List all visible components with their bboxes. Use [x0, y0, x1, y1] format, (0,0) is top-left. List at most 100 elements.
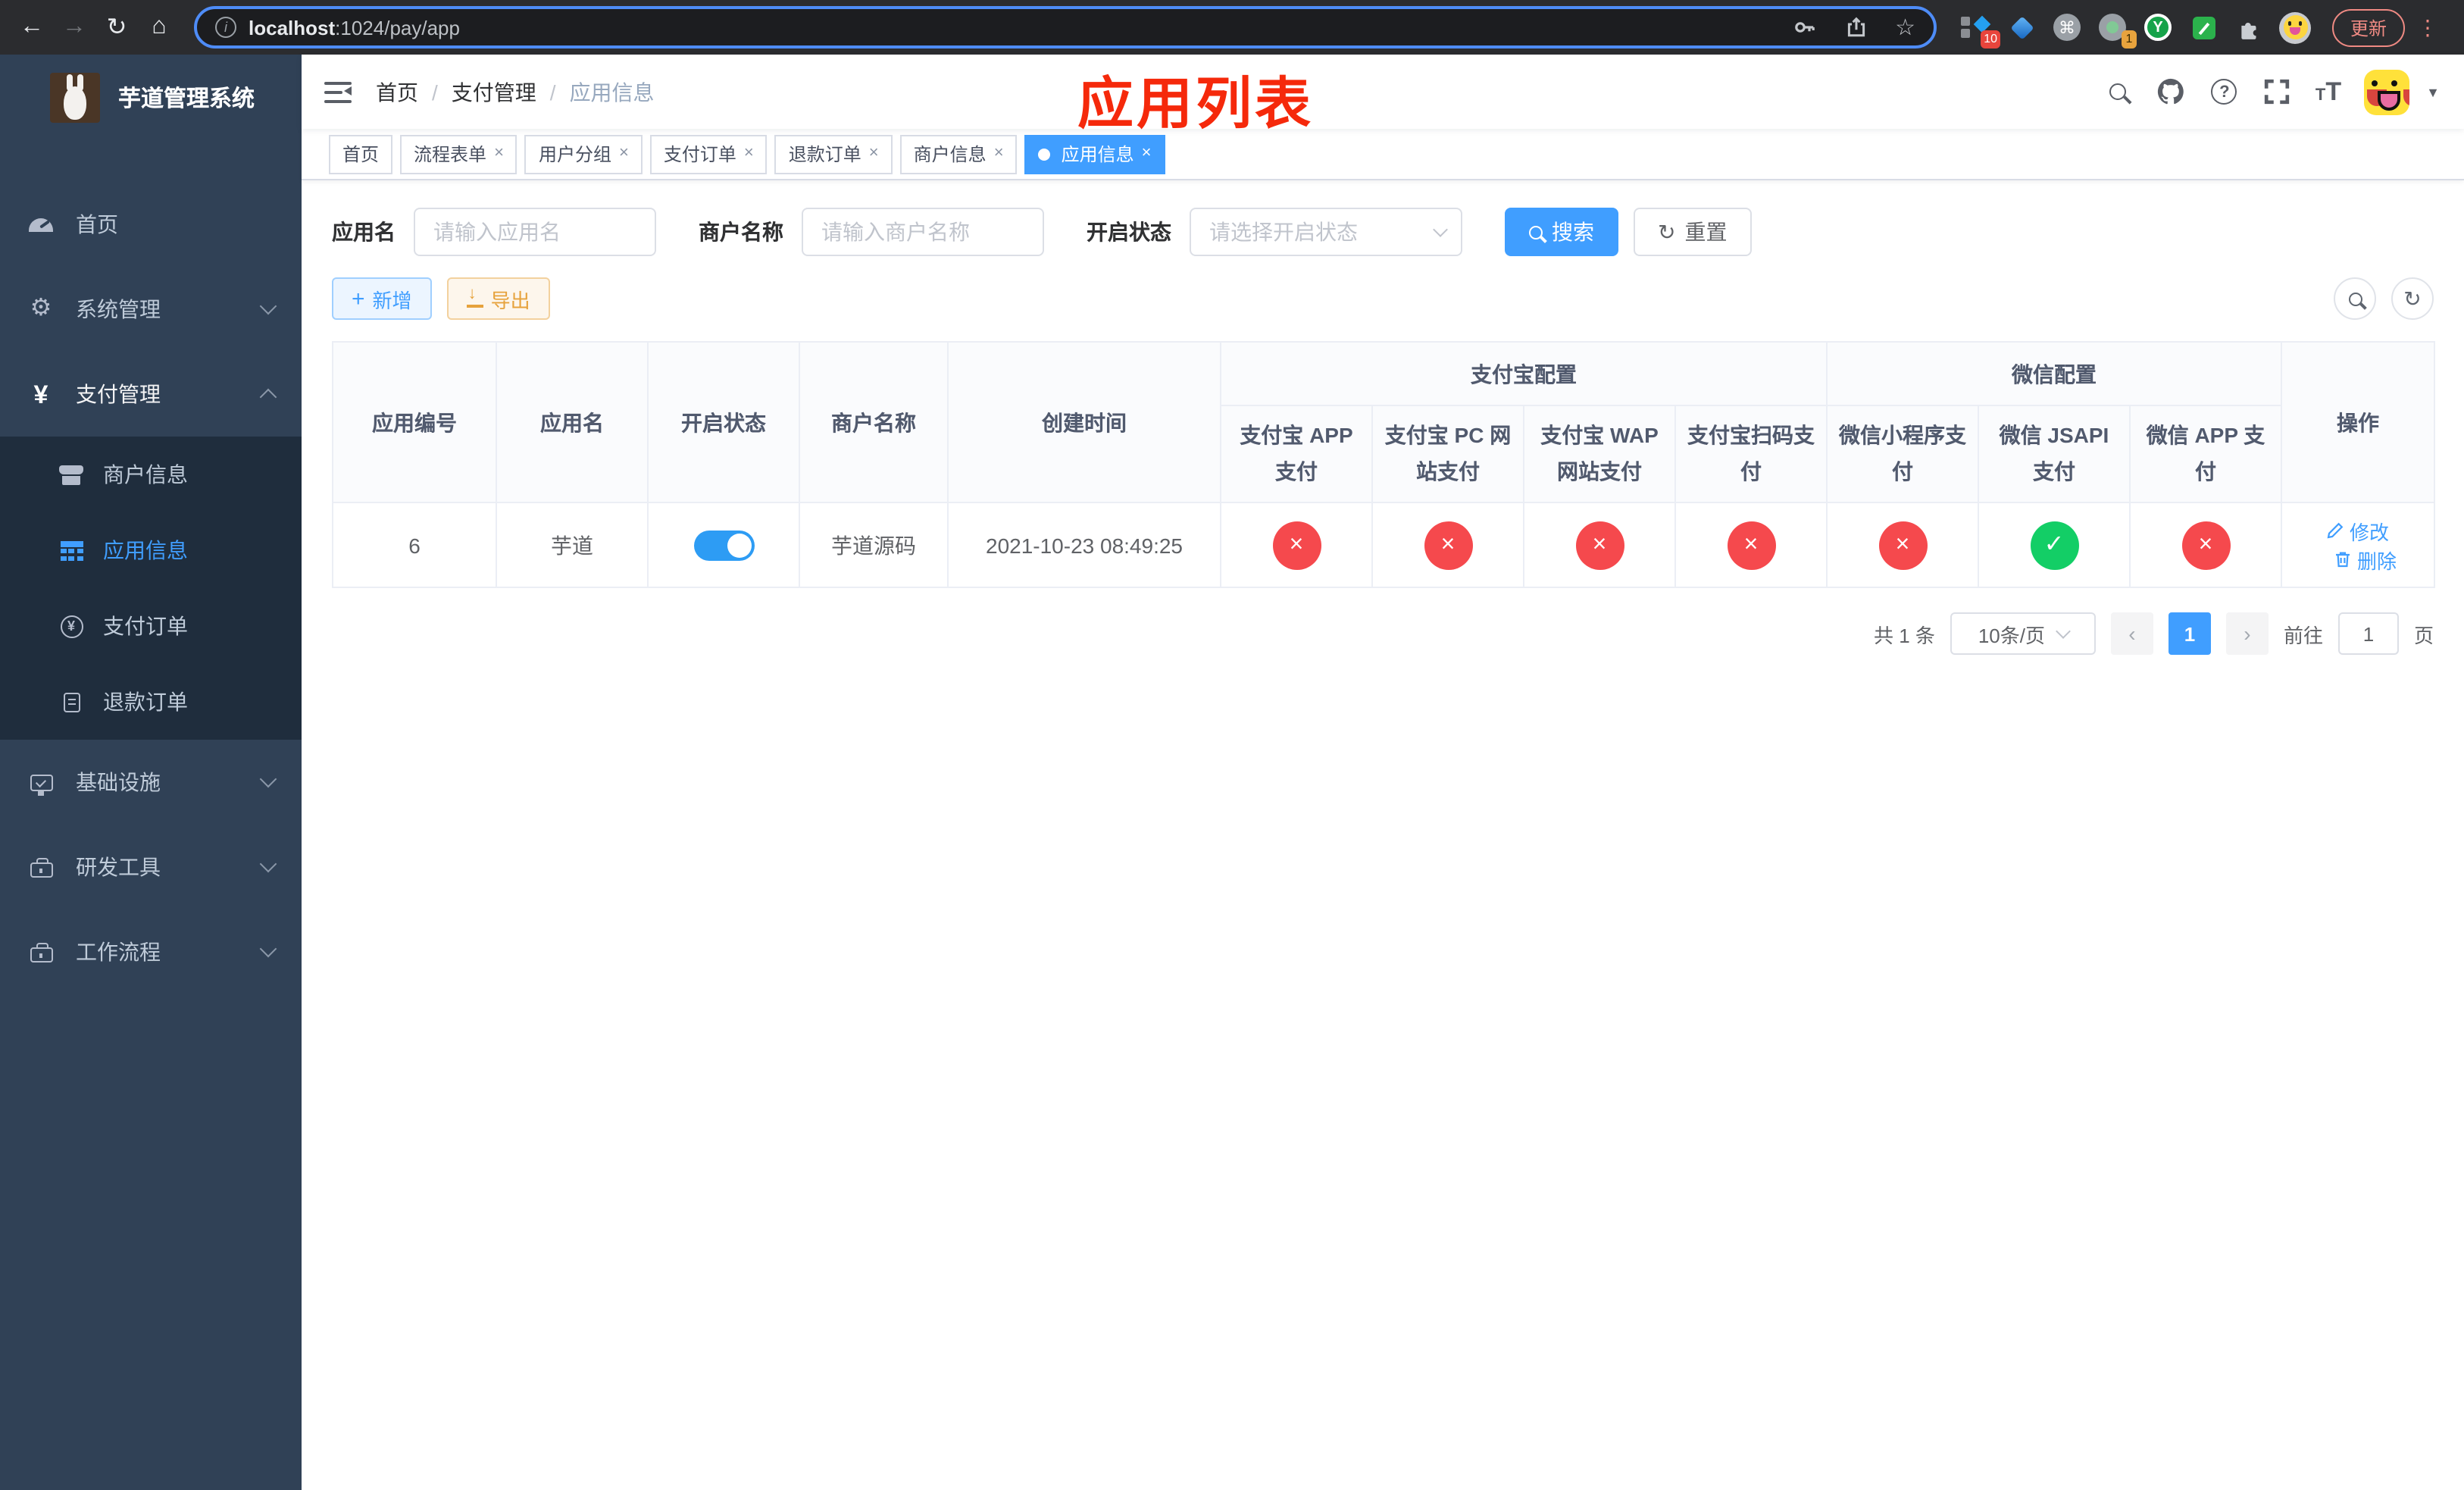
close-icon[interactable]: × — [869, 145, 879, 162]
breadcrumb-separator: / — [432, 80, 438, 104]
status-x-icon: × — [2181, 521, 2230, 569]
browser-reload-icon[interactable]: ↻ — [97, 8, 136, 47]
sidebar-item-label: 支付订单 — [103, 614, 188, 638]
pagination-total: 共 1 条 — [1874, 624, 1935, 646]
tab-label: 退款订单 — [788, 144, 861, 165]
help-icon[interactable]: ? — [2209, 77, 2240, 107]
close-icon[interactable]: × — [494, 145, 504, 162]
next-page-button[interactable]: › — [2225, 612, 2269, 655]
sidebar-item-pay-order[interactable]: ¥ 支付订单 — [0, 588, 302, 664]
extension-tiles-icon[interactable]: 10 — [1961, 12, 2000, 49]
share-icon[interactable] — [1843, 15, 1868, 39]
password-key-icon[interactable] — [1792, 15, 1816, 39]
page-size-select[interactable]: 10条/页 — [1950, 612, 2096, 655]
sidebar-collapse-icon[interactable] — [324, 81, 352, 103]
col-wechat-jsapi: 微信 JSAPI 支付 — [1978, 405, 2131, 503]
grid-icon — [58, 540, 85, 560]
status-x-icon: × — [1878, 521, 1927, 569]
edit-link[interactable]: 修改 — [2327, 516, 2389, 545]
briefcase-icon — [27, 941, 55, 963]
url-text[interactable]: localhost:1024/pay/app — [249, 16, 460, 39]
address-bar[interactable]: i localhost:1024/pay/app ☆ — [194, 6, 1937, 49]
export-button[interactable]: 导出 — [446, 277, 550, 320]
pencil-icon — [2328, 522, 2344, 539]
cell-app-name: 芋道 — [496, 502, 649, 588]
extension-y-logo-icon[interactable]: Y — [2143, 12, 2173, 42]
sidebar-item-merchant-info[interactable]: 商户信息 — [0, 437, 302, 512]
tab-pay-order[interactable]: 支付订单 × — [649, 134, 768, 174]
extensions-puzzle-icon[interactable] — [2234, 12, 2264, 42]
delete-link[interactable]: 删除 — [2334, 545, 2397, 574]
tab-refund-order[interactable]: 退款订单 × — [774, 134, 893, 174]
toggle-search-button[interactable] — [2334, 277, 2376, 320]
search-button-label: 搜索 — [1552, 220, 1594, 244]
chevron-up-icon — [259, 388, 277, 406]
sidebar-item-home[interactable]: 首页 — [0, 182, 302, 267]
refresh-icon: ↻ — [2403, 286, 2422, 311]
browser-profile-avatar[interactable] — [2279, 11, 2311, 43]
top-navbar: 首页 / 支付管理 / 应用信息 ? TT ▼ — [302, 55, 2464, 129]
browser-update-button[interactable]: 更新 — [2332, 8, 2406, 46]
search-icon — [2348, 292, 2362, 305]
reset-button-label: 重置 — [1684, 220, 1728, 244]
sidebar-item-payment[interactable]: ¥ 支付管理 — [0, 352, 302, 437]
tab-app-info[interactable]: 应用信息 × — [1024, 134, 1165, 174]
sidebar-item-label: 系统管理 — [76, 297, 161, 321]
sidebar-item-refund-order[interactable]: 退款订单 — [0, 664, 302, 740]
breadcrumb-payment[interactable]: 支付管理 — [452, 77, 536, 107]
close-icon[interactable]: × — [994, 145, 1004, 162]
merchant-name-input[interactable] — [802, 208, 1044, 256]
browser-home-icon[interactable]: ⌂ — [139, 8, 179, 47]
sidebar-item-system[interactable]: ⚙ 系统管理 — [0, 267, 302, 352]
close-icon[interactable]: × — [744, 145, 754, 162]
tab-process-form[interactable]: 流程表单 × — [400, 134, 518, 174]
status-x-icon: × — [1727, 521, 1775, 569]
extension-kite-icon[interactable] — [2006, 12, 2037, 42]
header-search-icon[interactable] — [2103, 77, 2134, 107]
col-merchant: 商户名称 — [799, 341, 949, 503]
user-avatar[interactable] — [2364, 69, 2410, 114]
status-toggle[interactable] — [693, 530, 754, 560]
status-select[interactable]: 请选择开启状态 — [1190, 208, 1462, 256]
fullscreen-icon[interactable] — [2262, 77, 2293, 107]
goto-page-input[interactable] — [2337, 612, 2399, 655]
close-icon[interactable]: × — [1142, 145, 1152, 162]
add-button[interactable]: + 新增 — [332, 277, 432, 320]
monitor-icon — [27, 774, 55, 795]
close-icon[interactable]: × — [619, 145, 629, 162]
tab-user-group[interactable]: 用户分组 × — [524, 134, 643, 174]
screen: ← → ↻ ⌂ i localhost:1024/pay/app ☆ 10 ⌘ … — [0, 0, 2464, 1490]
font-size-icon[interactable]: TT — [2315, 77, 2341, 107]
refresh-table-button[interactable]: ↻ — [2391, 277, 2434, 320]
brand-row[interactable]: 芋道管理系统 — [0, 55, 302, 139]
prev-page-button[interactable]: ‹ — [2110, 612, 2153, 655]
col-alipay-app: 支付宝 APP 支付 — [1220, 405, 1373, 503]
page-content: 应用名 商户名称 开启状态 请选择开启状态 — [302, 180, 2464, 1490]
extension-command-icon[interactable]: ⌘ — [2052, 12, 2082, 42]
goto-label: 前往 — [2283, 624, 2323, 646]
extension-green-square-icon[interactable] — [2188, 12, 2219, 42]
extension-recorder-icon[interactable]: 1 — [2097, 12, 2137, 49]
sidebar-item-infrastructure[interactable]: 基础设施 — [0, 740, 302, 825]
status-check-icon: ✓ — [2030, 521, 2078, 569]
app-name-input[interactable] — [414, 208, 656, 256]
page-number-active[interactable]: 1 — [2168, 612, 2211, 655]
bookmark-star-icon[interactable]: ☆ — [1895, 14, 1915, 41]
browser-forward-icon[interactable]: → — [55, 8, 94, 47]
reset-button[interactable]: ↻ 重置 — [1634, 208, 1752, 256]
cell-wechat-mini: × — [1826, 502, 1979, 588]
search-button[interactable]: 搜索 — [1505, 208, 1618, 256]
avatar-caret-icon[interactable]: ▼ — [2426, 84, 2440, 99]
col-alipay-qr: 支付宝扫码支付 — [1674, 405, 1828, 503]
browser-menu-icon[interactable]: ⋮ — [2417, 14, 2438, 40]
site-info-icon[interactable]: i — [215, 17, 236, 38]
breadcrumb-home[interactable]: 首页 — [376, 77, 418, 107]
browser-back-icon[interactable]: ← — [12, 8, 52, 47]
tab-label: 流程表单 — [414, 144, 487, 165]
sidebar-item-app-info[interactable]: 应用信息 — [0, 512, 302, 588]
sidebar-item-workflow[interactable]: 工作流程 — [0, 909, 302, 994]
tab-merchant-info[interactable]: 商户信息 × — [899, 134, 1018, 174]
tab-home[interactable]: 首页 — [329, 134, 393, 174]
sidebar-item-dev-tools[interactable]: 研发工具 — [0, 825, 302, 909]
github-icon[interactable] — [2156, 77, 2187, 107]
